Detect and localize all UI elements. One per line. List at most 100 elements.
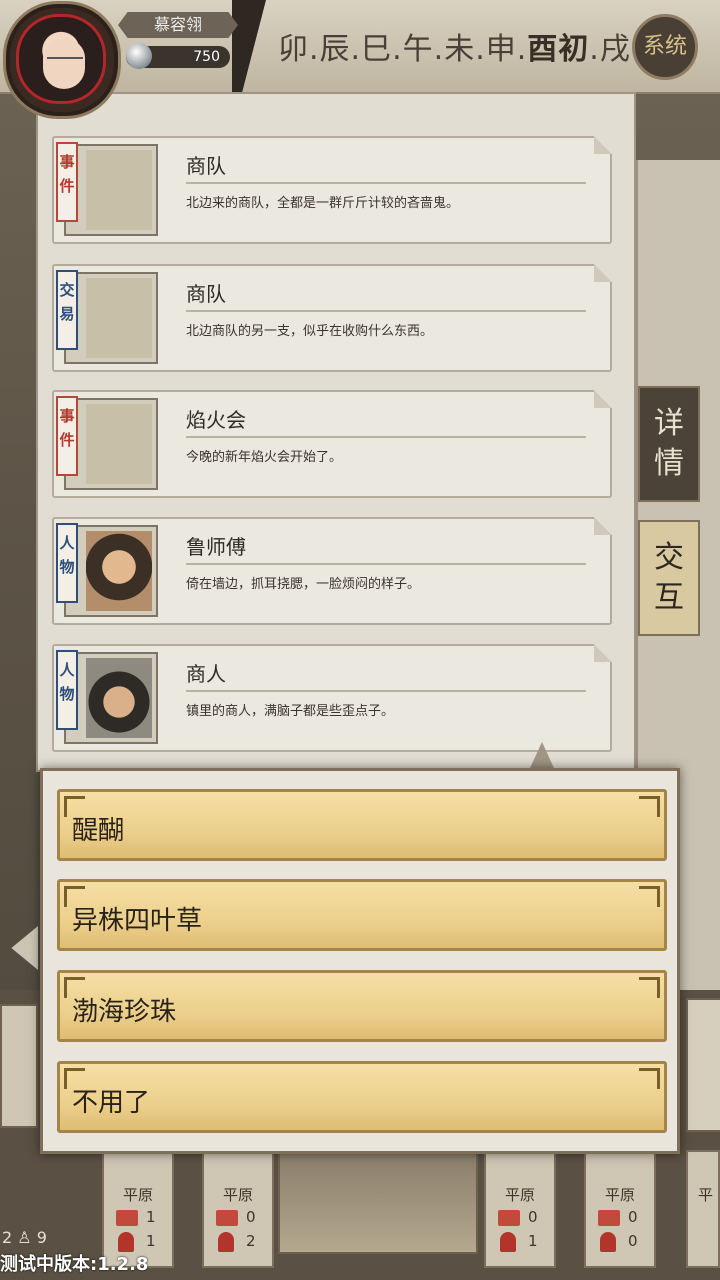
slot-count-events: 0 xyxy=(528,1208,538,1226)
side-card-right[interactable] xyxy=(686,998,720,1132)
player-avatar[interactable] xyxy=(6,4,118,116)
time-separator: . xyxy=(589,32,600,67)
slot-count-events: 0 xyxy=(246,1208,256,1226)
card-divider xyxy=(186,182,586,184)
slot-label: 平原 xyxy=(604,1186,635,1204)
card-title: 焰火会 xyxy=(186,408,246,432)
list-item[interactable]: 事件 焰火会 今晚的新年焰火会开始了。 xyxy=(52,390,612,498)
time-separator: . xyxy=(433,32,445,67)
list-item[interactable]: 交易 商队 北边商队的另一支，似乎在收购什么东西。 xyxy=(52,264,612,372)
time-separator: . xyxy=(516,32,528,67)
list-item[interactable]: 人物 商人 镇里的商人，满脑子都是些歪点子。 xyxy=(52,644,612,752)
card-desc: 今晚的新年焰火会开始了。 xyxy=(186,450,343,465)
choice-button[interactable]: 醍醐 xyxy=(57,789,667,861)
side-card-left[interactable] xyxy=(0,1004,38,1128)
thumb-art xyxy=(86,531,152,611)
choice-label: 不用了 xyxy=(72,1088,151,1118)
version-label: 测试中版本:1.2.8 xyxy=(0,1254,149,1275)
time-slot: 午 xyxy=(402,32,434,67)
time-separator: . xyxy=(309,32,320,67)
avatar-portrait xyxy=(16,14,106,104)
card-title: 商队 xyxy=(186,282,226,306)
scroll-icon xyxy=(598,1210,620,1226)
map-slot[interactable]: 平原 0 1 xyxy=(484,1150,556,1268)
time-slot: 卯 xyxy=(278,32,309,67)
card-desc: 北边来的商队，全都是一群斤斤计较的吝啬鬼。 xyxy=(186,196,460,211)
card-divider xyxy=(186,436,586,438)
card-desc: 镇里的商人，满脑子都是些歪点子。 xyxy=(186,704,395,719)
choice-label: 渤海珍珠 xyxy=(72,997,177,1027)
time-separator: . xyxy=(392,32,403,67)
slot-label: 平 xyxy=(698,1186,714,1204)
time-separator: . xyxy=(475,32,486,67)
time-slot: 巳 xyxy=(361,32,393,67)
slot-count-people: 0 xyxy=(628,1232,638,1250)
slot-count-events: 1 xyxy=(146,1208,156,1226)
slot-count-people: 1 xyxy=(146,1232,156,1250)
count-left: 2 xyxy=(2,1228,13,1247)
bottom-counts: 2 ♙ 9 xyxy=(2,1228,47,1247)
caravan-cart-icon xyxy=(64,272,158,364)
slot-label: 平原 xyxy=(222,1186,253,1204)
time-slot: 戌 xyxy=(599,32,631,67)
system-button[interactable]: 系统 xyxy=(632,14,698,80)
slot-count-events: 0 xyxy=(628,1208,638,1226)
tag-person: 人物 xyxy=(56,650,78,730)
festival-stage-icon xyxy=(64,398,158,490)
person-icon xyxy=(500,1232,516,1252)
card-title: 商队 xyxy=(186,154,226,178)
slot-count-people: 1 xyxy=(528,1232,538,1250)
choice-label: 醍醐 xyxy=(72,816,125,846)
scroll-icon xyxy=(216,1210,238,1226)
thumb-art xyxy=(86,150,152,230)
map-slot[interactable]: 平原 0 0 xyxy=(584,1150,656,1268)
tag-trade: 交易 xyxy=(56,270,78,350)
tag-person: 人物 xyxy=(56,523,78,603)
time-slot-current: 酉初 xyxy=(527,32,590,67)
person-icon xyxy=(118,1232,134,1252)
caravan-cart-icon xyxy=(64,144,158,236)
thumb-art xyxy=(86,658,152,738)
choice-button[interactable]: 异株四叶草 xyxy=(57,879,667,951)
person-icon: ♙ xyxy=(17,1228,32,1247)
cancel-choice-button[interactable]: 不用了 xyxy=(57,1061,667,1133)
thumb-art xyxy=(86,278,152,358)
count-right: 9 xyxy=(36,1228,47,1247)
tab-detail[interactable]: 详情 xyxy=(638,386,700,502)
time-of-day: 卯.辰.巳.午.未.申.酉初.戌 xyxy=(278,24,631,68)
thumb-art xyxy=(86,404,152,484)
person-icon xyxy=(218,1232,234,1252)
scroll-icon xyxy=(498,1210,520,1226)
card-desc: 倚在墙边，抓耳挠腮，一脸烦闷的样子。 xyxy=(186,577,421,592)
slot-label: 平原 xyxy=(504,1186,535,1204)
card-title: 商人 xyxy=(186,662,226,686)
choice-button[interactable]: 渤海珍珠 xyxy=(57,970,667,1042)
card-desc: 北边商队的另一支，似乎在收购什么东西。 xyxy=(186,324,434,339)
card-divider xyxy=(186,310,586,312)
slot-count-people: 2 xyxy=(246,1232,256,1250)
list-item[interactable]: 事件 商队 北边来的商队，全都是一群斤斤计较的吝啬鬼。 xyxy=(52,136,612,244)
map-slot[interactable]: 平原 0 2 xyxy=(202,1150,274,1268)
tag-event: 事件 xyxy=(56,142,78,222)
time-slot: 辰 xyxy=(319,32,351,67)
card-divider xyxy=(186,690,586,692)
person-icon xyxy=(600,1232,616,1252)
choice-popup: 醍醐 异株四叶草 渤海珍珠 不用了 xyxy=(40,768,680,1154)
player-name: 慕容翎 xyxy=(118,12,238,38)
merchant-portrait-icon xyxy=(64,652,158,744)
town-scene[interactable] xyxy=(278,1150,478,1254)
list-item[interactable]: 人物 鲁师傅 倚在墙边，抓耳挠腮，一脸烦闷的样子。 xyxy=(52,517,612,625)
man-portrait-icon xyxy=(64,525,158,617)
tab-interact[interactable]: 交互 xyxy=(638,520,700,636)
scroll-icon xyxy=(116,1210,138,1226)
avatar-glasses xyxy=(47,57,83,69)
time-separator: . xyxy=(350,32,362,67)
map-slot[interactable]: 平 xyxy=(686,1150,720,1268)
tag-event: 事件 xyxy=(56,396,78,476)
silver-ingot-icon xyxy=(126,43,152,69)
time-slot: 申 xyxy=(485,32,517,67)
choice-label: 异株四叶草 xyxy=(72,906,203,936)
card-divider xyxy=(186,563,586,565)
card-title: 鲁师傅 xyxy=(186,535,246,559)
slot-label: 平原 xyxy=(122,1186,153,1204)
